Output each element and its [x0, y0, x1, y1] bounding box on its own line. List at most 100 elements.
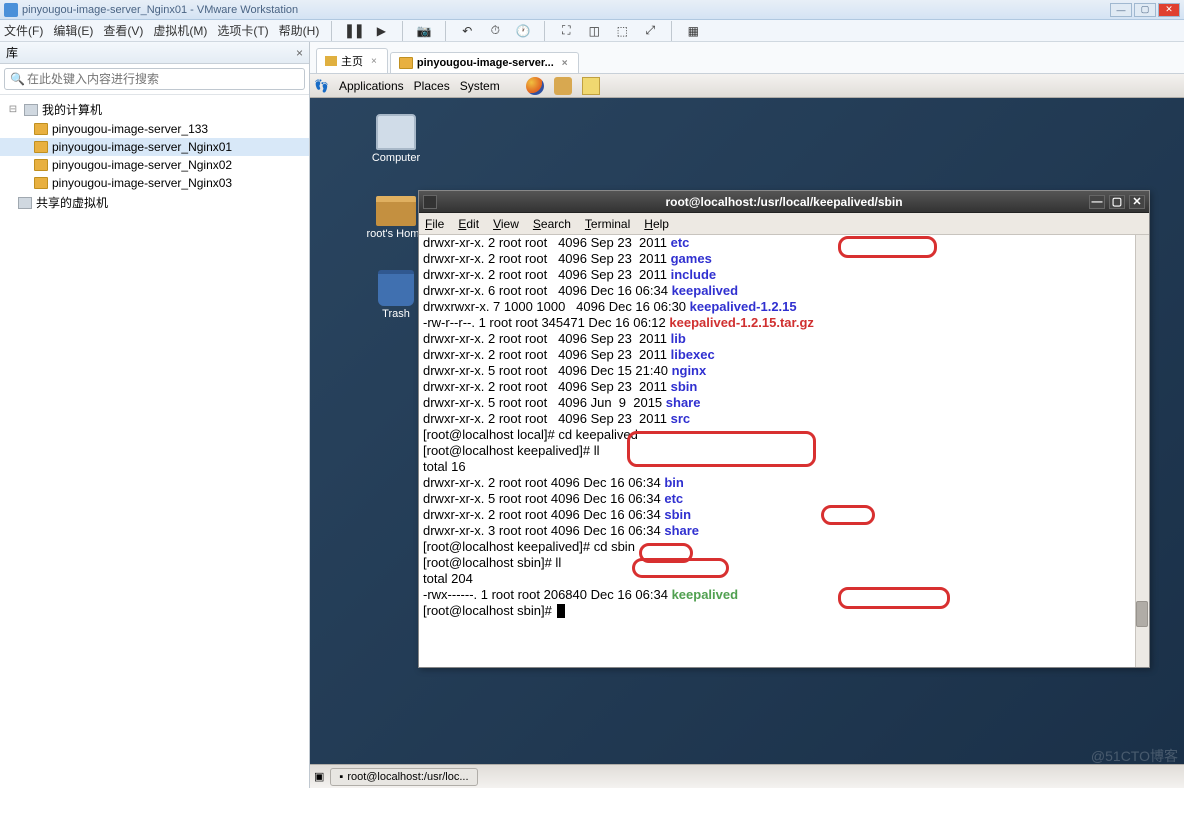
terminal-small-icon: ▪ — [339, 771, 343, 783]
menu-places[interactable]: Places — [414, 79, 450, 93]
window-title: pinyougou-image-server_Nginx01 - VMware … — [22, 4, 298, 16]
pause-button[interactable]: ❚❚ — [344, 22, 362, 40]
vm-icon — [34, 159, 48, 171]
terminal-scrollbar[interactable] — [1135, 235, 1149, 667]
folder-icon — [376, 196, 416, 226]
tab-vm-label: pinyougou-image-server... — [417, 57, 554, 69]
vm-icon — [34, 141, 48, 153]
tree-root-label: 我的计算机 — [42, 101, 102, 118]
desktop-icon-label: root's Home — [367, 228, 426, 240]
tree-vm[interactable]: pinyougou-image-server_Nginx03 — [0, 174, 309, 192]
home-icon — [325, 56, 337, 66]
tree-vm-label: pinyougou-image-server_Nginx02 — [52, 158, 232, 172]
unity-button[interactable]: ◫ — [585, 22, 603, 40]
tree-vm-label: pinyougou-image-server_133 — [52, 122, 208, 136]
tree-vm-label: pinyougou-image-server_Nginx01 — [52, 140, 232, 154]
gnome-top-panel: 👣 Applications Places System — [310, 74, 1184, 98]
taskbar-item-terminal[interactable]: ▪ root@localhost:/usr/loc... — [330, 768, 477, 786]
app-menubar: 文件(F) 编辑(E) 查看(V) 虚拟机(M) 选项卡(T) 帮助(H) ❚❚… — [0, 20, 1184, 42]
tree-vm-label: pinyougou-image-server_Nginx03 — [52, 176, 232, 190]
tab-close-icon[interactable]: × — [371, 56, 377, 67]
trash-icon — [378, 270, 414, 306]
gnome-foot-icon: 👣 — [314, 79, 329, 93]
menu-system[interactable]: System — [460, 79, 500, 93]
desktop-icon-computer[interactable]: Computer — [356, 114, 436, 164]
terminal-window[interactable]: root@localhost:/usr/local/keepalived/sbi… — [418, 190, 1150, 668]
snapshot-manager-button[interactable]: ⏱ — [486, 22, 504, 40]
minimize-button[interactable]: — — [1110, 3, 1132, 17]
desktop-icon-label: Computer — [372, 152, 420, 164]
view-button[interactable]: ⬚ — [613, 22, 631, 40]
vm-icon — [34, 123, 48, 135]
menu-applications[interactable]: Applications — [339, 79, 404, 93]
fullscreen-button[interactable]: ⛶ — [557, 22, 575, 40]
app-icon — [4, 3, 18, 17]
library-close-icon[interactable]: × — [296, 46, 303, 60]
shared-icon — [18, 197, 32, 209]
show-desktop-icon[interactable]: ▣ — [314, 770, 324, 783]
tree-root[interactable]: ⊟ 我的计算机 — [0, 99, 309, 120]
tree-vm[interactable]: pinyougou-image-server_133 — [0, 120, 309, 138]
tab-home[interactable]: 主页 × — [316, 48, 388, 73]
library-search: 🔍 — [0, 64, 309, 95]
search-input[interactable] — [4, 68, 305, 90]
guest-desktop[interactable]: 👣 Applications Places System Computer ro… — [310, 74, 1184, 788]
thumbnail-button[interactable]: ▦ — [684, 22, 702, 40]
notes-icon[interactable] — [582, 77, 600, 95]
tab-vm[interactable]: pinyougou-image-server... × — [390, 52, 579, 73]
terminal-body[interactable]: drwxr-xr-x. 2 root root 4096 Sep 23 2011… — [419, 235, 1149, 667]
terminal-close-button[interactable]: ✕ — [1129, 195, 1145, 209]
library-title: 库 — [6, 44, 18, 61]
term-menu-view[interactable]: View — [493, 217, 519, 231]
tab-bar: 主页 × pinyougou-image-server... × — [310, 42, 1184, 74]
file-manager-icon[interactable] — [554, 77, 572, 95]
watermark: @51CTO博客 — [1091, 746, 1178, 766]
terminal-title: root@localhost:/usr/local/keepalived/sbi… — [665, 195, 902, 209]
desktop-icon-label: Trash — [382, 308, 410, 320]
host-icon — [24, 104, 38, 116]
menu-file[interactable]: 文件(F) — [4, 22, 43, 39]
menu-edit[interactable]: 编辑(E) — [53, 22, 93, 39]
revert-button[interactable]: ↶ — [458, 22, 476, 40]
content-area: 主页 × pinyougou-image-server... × 👣 Appli… — [310, 42, 1184, 788]
tree-vm[interactable]: pinyougou-image-server_Nginx01 — [0, 138, 309, 156]
clock-button[interactable]: 🕐 — [514, 22, 532, 40]
term-menu-edit[interactable]: Edit — [458, 217, 479, 231]
tab-close-icon[interactable]: × — [562, 58, 568, 69]
menu-tabs[interactable]: 选项卡(T) — [217, 22, 268, 39]
library-sidebar: 库 × 🔍 ⊟ 我的计算机 pinyougou-image-server_133… — [0, 42, 310, 788]
tree-shared[interactable]: 共享的虚拟机 — [0, 192, 309, 213]
play-button[interactable]: ▶ — [372, 22, 390, 40]
tree-vm[interactable]: pinyougou-image-server_Nginx02 — [0, 156, 309, 174]
term-menu-file[interactable]: File — [425, 217, 444, 231]
tab-home-label: 主页 — [341, 53, 363, 69]
scrollbar-thumb[interactable] — [1136, 601, 1148, 627]
term-menu-help[interactable]: Help — [644, 217, 669, 231]
library-header: 库 × — [0, 42, 309, 64]
terminal-icon — [423, 195, 437, 209]
search-icon: 🔍 — [10, 72, 25, 86]
collapse-icon[interactable]: ⊟ — [6, 104, 20, 115]
menu-view[interactable]: 查看(V) — [103, 22, 143, 39]
close-button[interactable]: ✕ — [1158, 3, 1180, 17]
maximize-button[interactable]: ▢ — [1134, 3, 1156, 17]
menu-help[interactable]: 帮助(H) — [279, 22, 320, 39]
terminal-maximize-button[interactable]: ▢ — [1109, 195, 1125, 209]
terminal-menubar: File Edit View Search Terminal Help — [419, 213, 1149, 235]
firefox-icon[interactable] — [526, 77, 544, 95]
term-menu-terminal[interactable]: Terminal — [585, 217, 630, 231]
computer-icon — [376, 114, 416, 150]
menu-vm[interactable]: 虚拟机(M) — [153, 22, 207, 39]
app-titlebar: pinyougou-image-server_Nginx01 - VMware … — [0, 0, 1184, 20]
taskbar-item-label: root@localhost:/usr/loc... — [347, 771, 468, 783]
tree-shared-label: 共享的虚拟机 — [36, 194, 108, 211]
library-tree: ⊟ 我的计算机 pinyougou-image-server_133 pinyo… — [0, 95, 309, 217]
terminal-minimize-button[interactable]: — — [1089, 195, 1105, 209]
vm-icon — [34, 177, 48, 189]
terminal-titlebar[interactable]: root@localhost:/usr/local/keepalived/sbi… — [419, 191, 1149, 213]
term-menu-search[interactable]: Search — [533, 217, 571, 231]
snapshot-button[interactable]: 📷 — [415, 22, 433, 40]
vm-icon — [399, 57, 413, 69]
stretch-button[interactable]: ⤢ — [641, 22, 659, 40]
gnome-bottom-panel: ▣ ▪ root@localhost:/usr/loc... — [310, 764, 1184, 788]
